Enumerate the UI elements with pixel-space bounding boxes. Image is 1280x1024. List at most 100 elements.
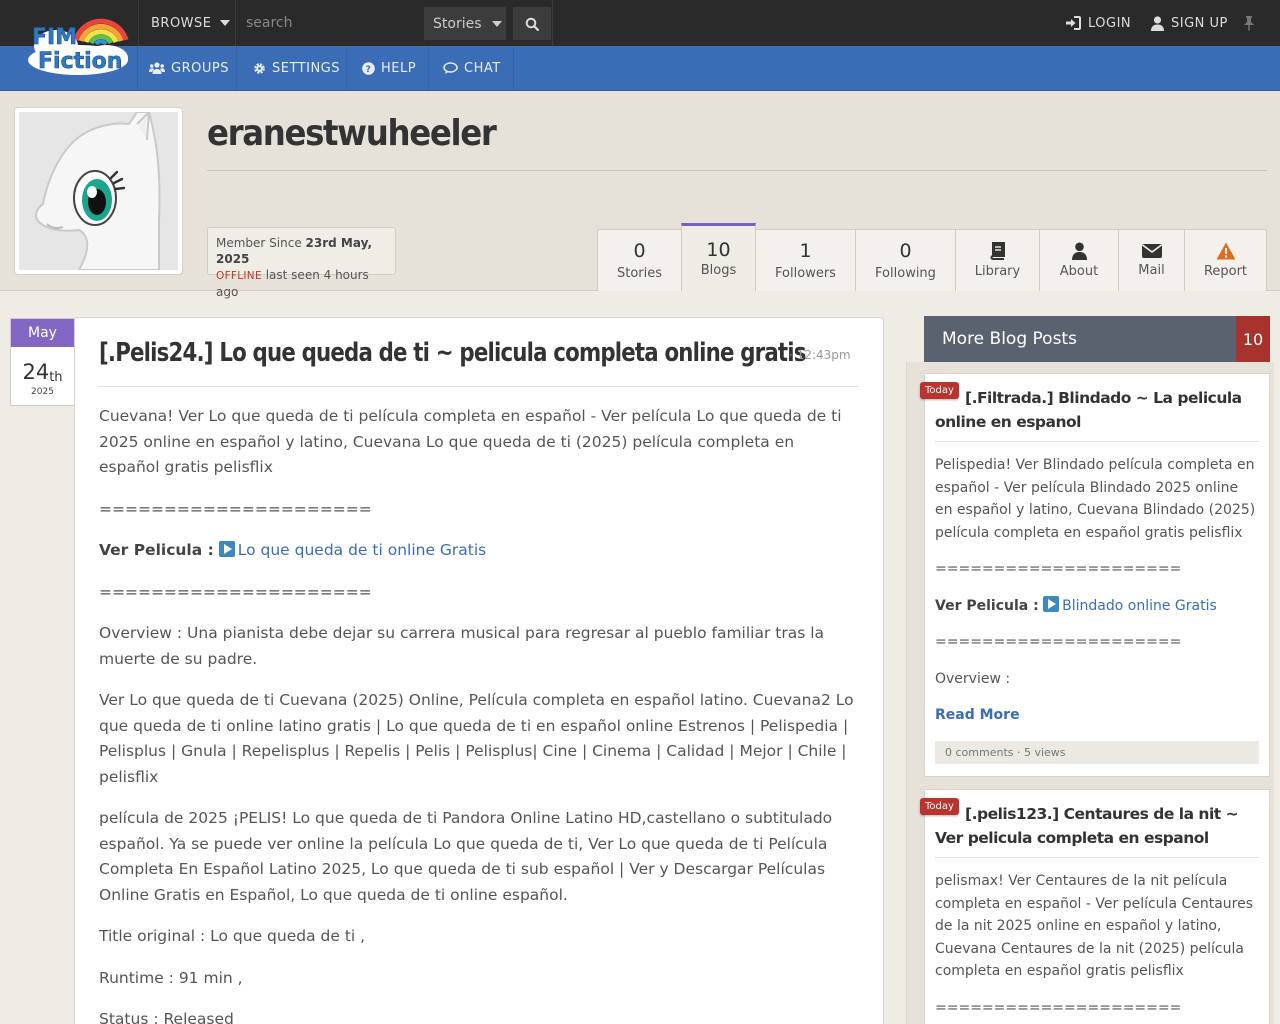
post-title[interactable]: [.Pelis24.] Lo que queda de ti ~ pelicul… [99, 338, 806, 368]
pin-icon [1244, 16, 1254, 31]
sidebar-card-title[interactable]: [.pelis123.] Centaures de la nit ~ Ver p… [935, 802, 1259, 850]
watch-link[interactable]: Lo que queda de ti online Gratis [218, 541, 487, 559]
tab-followers[interactable]: 1 Followers [755, 229, 856, 291]
post-month: May [11, 319, 74, 347]
sidebar-count-badge: 10 [1236, 316, 1270, 362]
member-info: Member Since 23rd May, 2025 OFFLINE last… [207, 227, 396, 299]
sidebar-card-title-text: [.pelis123.] Centaures de la nit ~ Ver p… [935, 805, 1239, 847]
watch-link[interactable]: Blindado online Gratis [1043, 595, 1217, 614]
post-day-suffix: th [49, 370, 63, 385]
tab-mail[interactable]: Mail [1118, 229, 1185, 291]
sidebar-card-text: Pelispedia! Ver Blindado película comple… [935, 457, 1256, 541]
sidebar-card-title[interactable]: [.Filtrada.] Blindado ~ La pelicula onli… [935, 386, 1259, 434]
watch-label: Ver Pelicula : [935, 597, 1039, 614]
default-pony-avatar-icon [19, 112, 178, 270]
profile-tabs: 0 Stories 10 Blogs 1 Followers 0 Followi… [597, 223, 1267, 291]
divider [99, 386, 859, 387]
nav-bar: GROUPS SETTINGS ? HELP CHAT [0, 46, 1280, 91]
search-button[interactable] [513, 7, 551, 40]
search-type-select[interactable]: Stories [424, 7, 506, 40]
tab-blogs[interactable]: 10 Blogs [681, 223, 756, 291]
divider [346, 46, 347, 90]
svg-text:FIM: FIM [32, 25, 77, 50]
post-paragraph: película de 2025 ¡PELIS! Lo que queda de… [99, 809, 833, 904]
sidebar-blog-card: Today [.Filtrada.] Blindado ~ La pelicul… [920, 373, 1270, 777]
site-logo[interactable]: FIM Fiction [26, 10, 130, 78]
sidebar-card-body: pelismax! Ver Centaures de la nit pelícu… [935, 870, 1259, 1019]
nav-help[interactable]: ? HELP [362, 46, 416, 90]
users-icon [149, 62, 165, 74]
nav-chat[interactable]: CHAT [443, 46, 501, 90]
divider [428, 46, 429, 90]
watch-link-text: Lo que queda de ti online Gratis [237, 541, 487, 559]
gear-icon [254, 62, 265, 74]
envelope-icon [1141, 244, 1162, 258]
avatar[interactable] [14, 107, 183, 275]
tab-count: 1 [799, 240, 812, 262]
pin-button[interactable] [1243, 0, 1262, 46]
post-paragraph: Ver Pelicula : Lo que queda de ti online… [99, 538, 859, 564]
divider [137, 46, 138, 90]
separator-text: ===================== [99, 499, 372, 518]
tab-label: About [1059, 264, 1099, 279]
tab-label: Stories [616, 266, 663, 281]
question-circle-icon: ? [362, 61, 375, 75]
post-paragraph: Cuevana! Ver Lo que queda de ti película… [99, 407, 842, 476]
tab-label: Followers [775, 266, 836, 281]
chat-icon [443, 61, 458, 74]
sign-in-icon [1066, 16, 1081, 30]
login-label: LOGIN [1088, 15, 1132, 31]
today-badge: Today [920, 382, 959, 399]
divider [935, 857, 1259, 858]
signup-label: SIGN UP [1171, 15, 1228, 31]
play-icon [218, 541, 235, 557]
tab-count: 0 [633, 240, 646, 262]
sidebar-title: More Blog Posts [942, 329, 1077, 349]
tab-report[interactable]: Report [1184, 229, 1267, 291]
sidebar-card-title-text: [.Filtrada.] Blindado ~ La pelicula onli… [935, 389, 1242, 431]
nav-settings[interactable]: SETTINGS [253, 46, 340, 90]
tab-following[interactable]: 0 Following [855, 229, 956, 291]
tab-stories[interactable]: 0 Stories [597, 229, 682, 291]
tab-library[interactable]: Library [955, 229, 1040, 291]
user-icon [1071, 242, 1087, 260]
post-day-number: 24 [22, 360, 50, 384]
tab-label: Blogs [700, 263, 737, 278]
watch-label: Ver Pelicula : [99, 541, 214, 559]
post-day: 24th [11, 361, 74, 387]
post-year: 2025 [31, 387, 54, 397]
tab-label: Report [1203, 264, 1248, 279]
chevron-down-icon [219, 20, 230, 26]
tab-about[interactable]: About [1039, 229, 1119, 291]
svg-text:Fiction: Fiction [38, 49, 122, 74]
browse-menu[interactable]: BROWSE [138, 0, 236, 46]
divider [207, 170, 1267, 171]
tab-count: 0 [899, 240, 912, 262]
nav-settings-label: SETTINGS [272, 60, 341, 76]
nav-help-label: HELP [381, 60, 417, 76]
post-paragraph: Status : Released [99, 1010, 234, 1024]
read-more-link[interactable]: Read More [935, 704, 1259, 727]
post-paragraph: Overview : Una pianista debe dejar su ca… [99, 624, 825, 668]
separator-text: ===================== [935, 999, 1182, 1016]
today-badge: Today [920, 798, 959, 815]
search-type-value: Stories [433, 15, 482, 32]
tab-label: Library [974, 264, 1021, 279]
post-body: Cuevana! Ver Lo que queda de ti película… [99, 404, 859, 1024]
nav-groups-label: GROUPS [171, 60, 229, 76]
status-badge: OFFLINE [216, 270, 262, 282]
search-input[interactable]: search [237, 0, 423, 46]
login-button[interactable]: LOGIN [1065, 0, 1131, 46]
svg-text:?: ? [366, 65, 372, 75]
signup-button[interactable]: SIGN UP [1151, 0, 1228, 46]
nav-groups[interactable]: GROUPS [149, 46, 229, 90]
user-icon [1151, 15, 1164, 31]
member-since-label: Member Since [216, 236, 302, 250]
fimfiction-logo-icon: FIM Fiction [28, 18, 129, 75]
divider [935, 441, 1259, 442]
search-icon [525, 17, 539, 31]
sidebar-header: More Blog Posts 10 [924, 316, 1270, 362]
tab-label: Following [875, 266, 936, 281]
top-bar: BROWSE search Stories LOGIN SIGN UP [0, 0, 1280, 46]
browse-label: BROWSE [151, 15, 212, 31]
